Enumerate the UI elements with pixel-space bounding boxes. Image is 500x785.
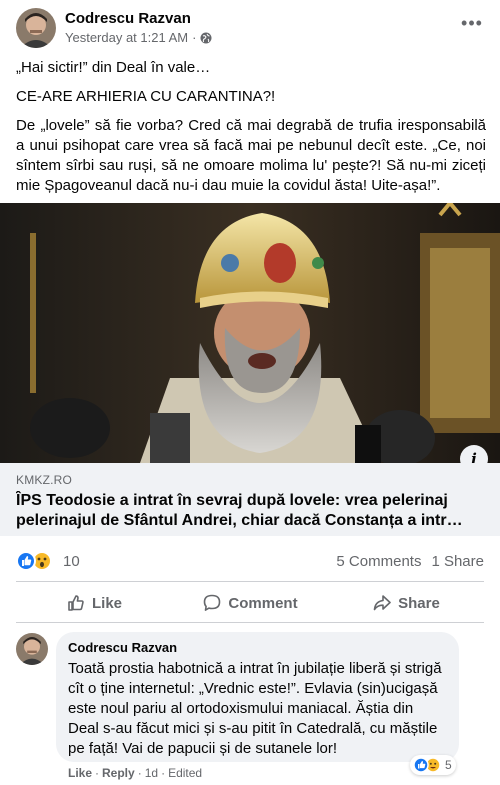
dot-separator: · bbox=[137, 766, 142, 780]
comment-reaction-count: 5 bbox=[445, 758, 452, 772]
more-options-button[interactable]: ••• bbox=[460, 14, 484, 38]
post-stats: 10 5 Comments 1 Share bbox=[16, 549, 484, 573]
like-icon bbox=[16, 551, 36, 571]
meta-separator: · bbox=[192, 30, 197, 45]
link-domain: KMKZ.RO bbox=[16, 473, 73, 487]
post-meta: Yesterday at 1:21 AM · bbox=[65, 30, 212, 45]
shares-count[interactable]: 1 Share bbox=[431, 553, 484, 570]
post-header: Codrescu Razvan Yesterday at 1:21 AM · •… bbox=[16, 8, 484, 48]
link-title-line: ÎPS Teodosie a intrat în sevraj după lov… bbox=[16, 492, 448, 509]
divider bbox=[16, 581, 484, 582]
dot-separator: · bbox=[161, 766, 166, 780]
comment-like-link[interactable]: Like bbox=[68, 766, 92, 780]
share-button[interactable]: Share bbox=[328, 585, 484, 621]
comment-icon bbox=[204, 594, 221, 611]
post-timestamp[interactable]: Yesterday at 1:21 AM bbox=[65, 30, 188, 45]
comment-reply-link[interactable]: Reply bbox=[102, 766, 135, 780]
comment-text: Toată prostia habotnică a intrat în jubi… bbox=[68, 660, 442, 757]
comments-count[interactable]: 5 Comments bbox=[336, 553, 421, 570]
dot-separator: · bbox=[95, 766, 100, 780]
post-text-paragraph: De „lovele” să fie vorba? Cred că mai de… bbox=[16, 117, 486, 194]
comment-edited[interactable]: Edited bbox=[168, 766, 202, 780]
comment-actions: Like · Reply · 1d · Edited bbox=[68, 766, 202, 780]
like-label: Like bbox=[91, 594, 122, 612]
link-preview-meta[interactable]: KMKZ.RO ÎPS Teodosie a intrat în sevraj … bbox=[0, 463, 500, 536]
comment-age[interactable]: 1d bbox=[145, 766, 158, 780]
like-button[interactable]: Like bbox=[16, 585, 172, 621]
comment-label: Comment bbox=[228, 594, 298, 612]
divider bbox=[16, 622, 484, 623]
comment-reaction-icons bbox=[413, 757, 441, 773]
comment-author[interactable]: Codrescu Razvan bbox=[68, 640, 447, 656]
share-icon bbox=[373, 595, 391, 611]
link-title-line: pelerinajul de Sfântul Andrei, chiar dac… bbox=[16, 512, 463, 529]
post-author-name[interactable]: Codrescu Razvan bbox=[65, 10, 191, 27]
link-preview-image[interactable] bbox=[0, 203, 500, 463]
link-title[interactable]: ÎPS Teodosie a intrat în sevraj după lov… bbox=[16, 491, 486, 531]
comment-avatar[interactable] bbox=[16, 633, 48, 665]
thumbs-up-icon bbox=[68, 595, 84, 611]
reaction-icons[interactable] bbox=[16, 551, 56, 571]
comment-bubble: Codrescu Razvan Toată prostia habotnică … bbox=[56, 632, 459, 762]
author-avatar[interactable] bbox=[16, 8, 56, 48]
post-text-line: „Hai sictir!” din Deal în vale… bbox=[16, 59, 211, 76]
comment-button[interactable]: Comment bbox=[172, 585, 328, 621]
comment-reactions[interactable]: 5 bbox=[410, 755, 456, 775]
reaction-count[interactable]: 10 bbox=[63, 553, 80, 570]
post-actions: Like Comment Share bbox=[16, 585, 484, 621]
post-text-line: CE-ARE ARHIERIA CU CARANTINA?! bbox=[16, 88, 276, 105]
post-text: „Hai sictir!” din Deal în vale… CE-ARE A… bbox=[16, 58, 486, 205]
globe-icon[interactable] bbox=[200, 32, 212, 44]
share-label: Share bbox=[398, 594, 440, 612]
comment-share-counts: 5 Comments 1 Share bbox=[336, 553, 484, 570]
